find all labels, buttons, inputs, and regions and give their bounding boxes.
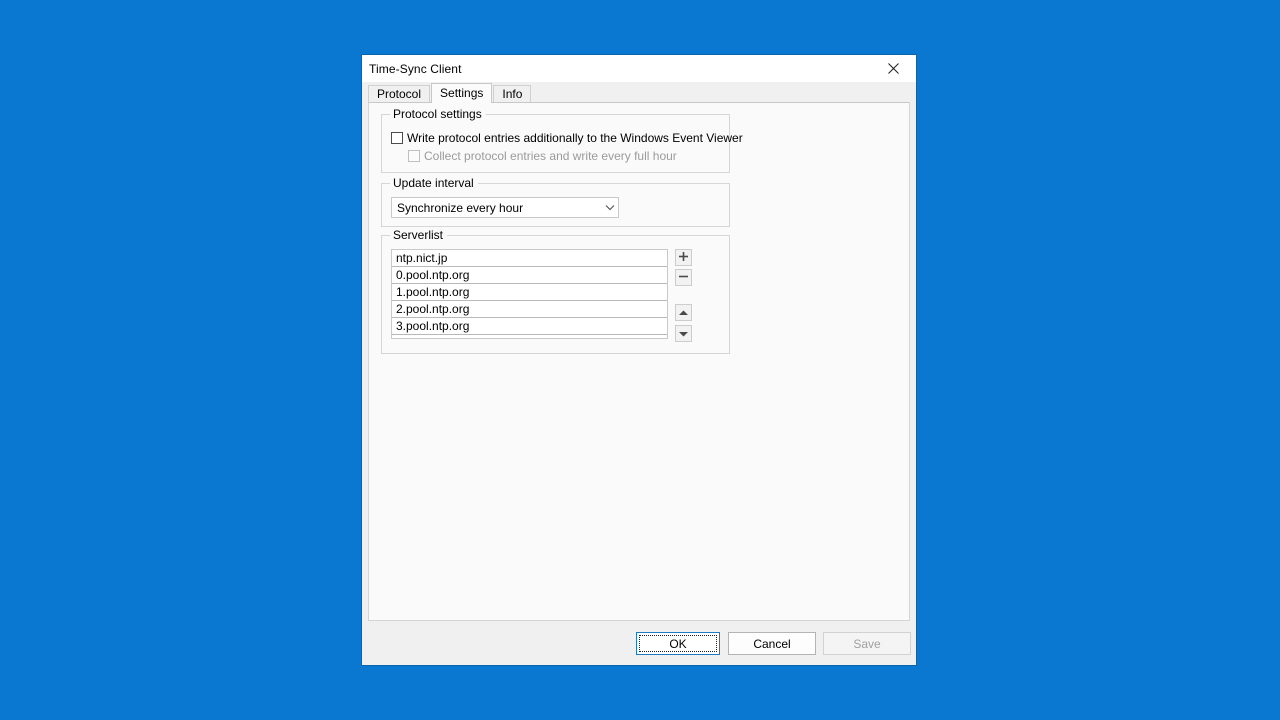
cancel-button-label: Cancel <box>753 636 791 651</box>
checkbox-label: Write protocol entries additionally to t… <box>407 131 743 145</box>
tab-info[interactable]: Info <box>493 85 532 102</box>
tab-settings[interactable]: Settings <box>431 83 493 103</box>
serverlist-legend: Serverlist <box>390 228 448 242</box>
time-sync-client-window: Time-Sync Client Protocol Settings Info … <box>361 54 917 666</box>
checkbox-write-to-event-viewer[interactable]: Write protocol entries additionally to t… <box>391 131 743 145</box>
serverlist-group: Serverlist ntp.nict.jp 0.pool.ntp.org 1.… <box>381 228 730 354</box>
cancel-button[interactable]: Cancel <box>728 632 816 655</box>
plus-icon <box>678 249 689 267</box>
protocol-settings-legend: Protocol settings <box>390 107 486 121</box>
protocol-settings-group: Protocol settings Write protocol entries… <box>381 107 743 173</box>
add-server-button[interactable] <box>675 249 692 266</box>
save-button-label: Save <box>853 636 881 651</box>
minus-icon <box>678 269 689 287</box>
update-interval-selected-value: Synchronize every hour <box>397 200 524 215</box>
move-server-up-button[interactable] <box>675 304 692 321</box>
update-interval-group: Update interval Synchronize every hour <box>381 176 730 227</box>
close-icon[interactable] <box>871 55 916 82</box>
dialog-footer: OK Cancel Save <box>362 621 916 665</box>
ok-button[interactable]: OK <box>636 632 720 655</box>
list-item[interactable]: 3.pool.ntp.org <box>392 318 667 335</box>
checkbox-collect-entries-hourly[interactable]: Collect protocol entries and write every… <box>408 149 677 163</box>
ok-button-label: OK <box>669 636 687 651</box>
tab-strip: Protocol Settings Info <box>362 82 916 103</box>
save-button[interactable]: Save <box>823 632 911 655</box>
checkbox-box <box>408 150 420 162</box>
title-bar: Time-Sync Client <box>362 55 916 82</box>
window-title: Time-Sync Client <box>369 61 462 76</box>
list-item[interactable]: 0.pool.ntp.org <box>392 267 667 284</box>
checkbox-label: Collect protocol entries and write every… <box>424 149 677 163</box>
arrow-up-icon <box>678 304 689 322</box>
chevron-down-icon <box>601 204 618 211</box>
list-item[interactable]: ntp.nict.jp <box>392 250 667 267</box>
tab-protocol[interactable]: Protocol <box>368 85 431 102</box>
update-interval-dropdown[interactable]: Synchronize every hour <box>391 197 619 218</box>
checkbox-box <box>391 132 403 144</box>
list-item[interactable]: 2.pool.ntp.org <box>392 301 667 318</box>
move-server-down-button[interactable] <box>675 325 692 342</box>
update-interval-legend: Update interval <box>390 176 478 190</box>
serverlist-listbox[interactable]: ntp.nict.jp 0.pool.ntp.org 1.pool.ntp.or… <box>391 249 668 339</box>
settings-tab-panel: Protocol settings Write protocol entries… <box>368 102 910 621</box>
arrow-down-icon <box>678 325 689 343</box>
list-item[interactable]: 1.pool.ntp.org <box>392 284 667 301</box>
remove-server-button[interactable] <box>675 269 692 286</box>
